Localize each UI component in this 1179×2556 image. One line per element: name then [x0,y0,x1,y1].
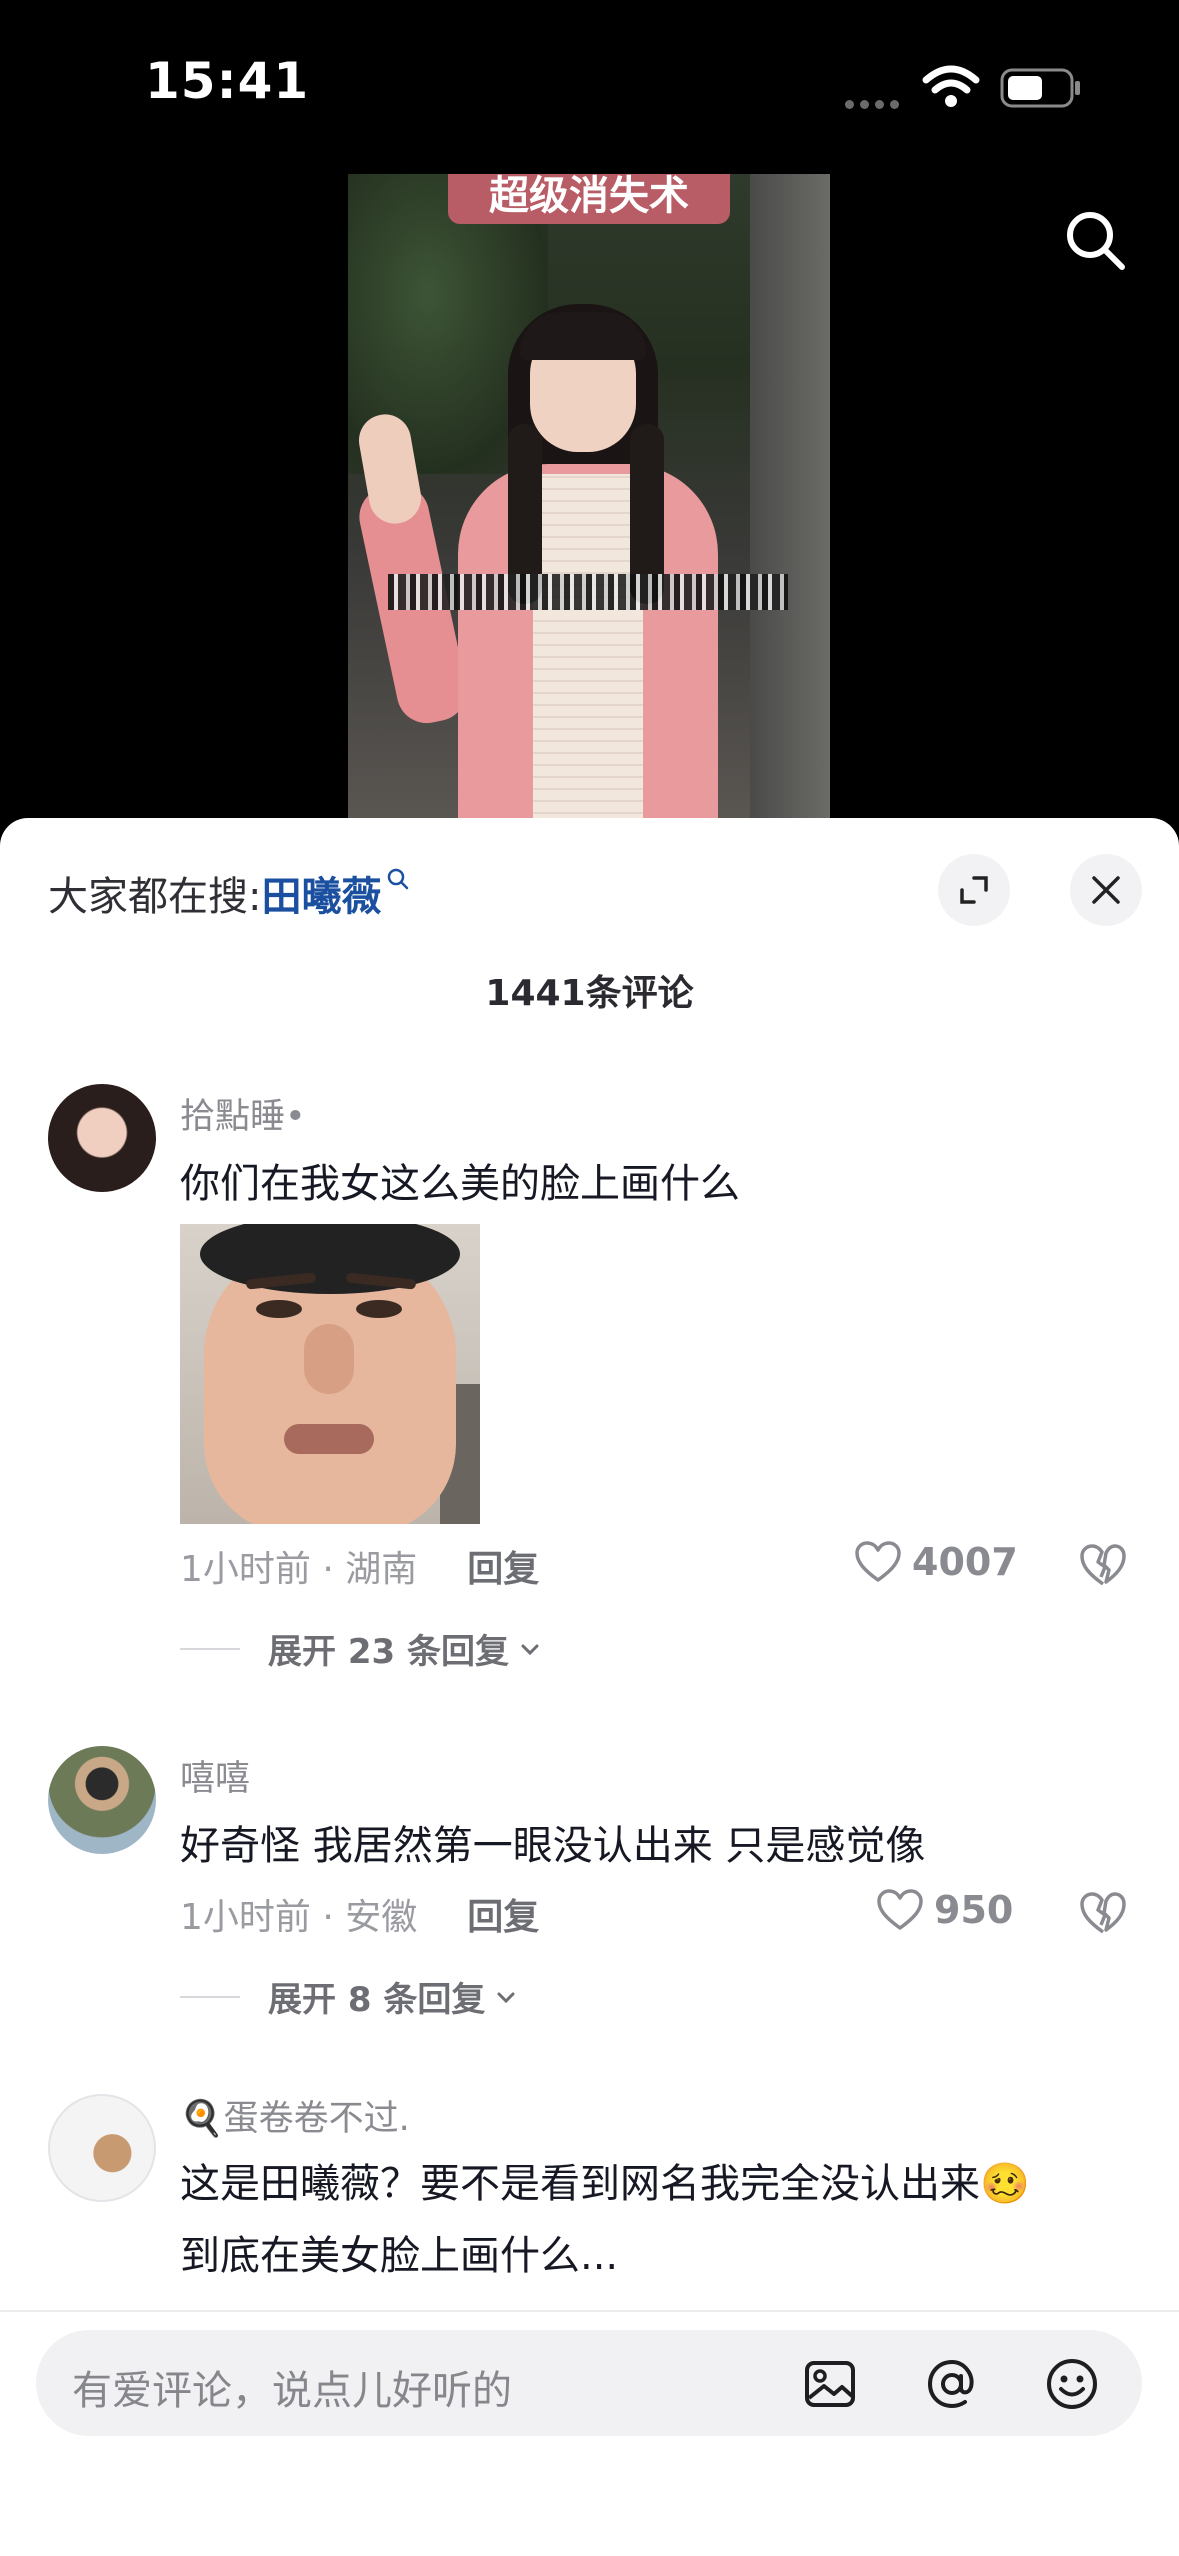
search-icon[interactable] [1060,205,1130,275]
heart-icon [855,1541,901,1582]
expand-icon [960,876,988,904]
reply-button[interactable]: 回复 [467,1897,539,1938]
divider [180,1995,240,1998]
avatar[interactable] [48,2094,156,2202]
like-count: 4007 [912,1540,1018,1584]
trending-keyword[interactable]: 田曦薇 [261,874,381,920]
comment-username[interactable]: 拾點睡• [180,1088,306,1139]
chevron-down-icon [521,1644,539,1655]
expand-replies-button[interactable]: 展开 23 条回复 [180,1624,543,1673]
video-caption: 超级消失术 [448,174,730,224]
comment-username[interactable]: 嘻嘻 [180,1750,250,1801]
trending-search[interactable]: 大家都在搜:田曦薇 [48,864,411,922]
expand-replies-button[interactable]: 展开 8 条回复 [180,1972,519,2021]
like-button[interactable]: 950 [876,1888,1013,1932]
chevron-down-icon [497,1992,515,2003]
comment-text: 这是田曦薇？要不是看到网名我完全没认出来🥴 [180,2161,1030,2207]
close-icon [1092,876,1120,904]
comment-username[interactable]: 🍳蛋卷卷不过. [180,2090,410,2141]
comment-meme-image[interactable] [180,1224,480,1524]
comment-count: 1441条评论 [485,973,694,1014]
search-icon [388,868,409,890]
video-frame[interactable]: 超级消失术 [348,174,830,820]
video-person-bangs [520,312,646,360]
comment-input-placeholder: 有爱评论，说点儿好听的 [72,2368,512,2414]
video-person-dress [533,474,643,820]
avatar[interactable] [48,1746,156,1854]
video-player[interactable]: 超级消失术 [0,170,1179,820]
expand-replies-label: 展开 23 条回复 [268,1632,509,1672]
wifi-icon [922,65,980,107]
broken-heart-icon[interactable] [1078,1888,1128,1938]
divider [180,1647,240,1650]
signal-dots-icon [845,94,905,109]
comment-input[interactable]: 有爱评论，说点儿好听的 [36,2330,1142,2436]
comment-meta: 1小时前 · 安徽 回复 [180,1888,539,1940]
comment-text: 好奇怪 我居然第一眼没认出来 只是感觉像 [180,1823,926,1869]
reply-button[interactable]: 回复 [467,1549,539,1590]
status-time: 15:41 [145,52,310,110]
emoji-icon[interactable] [1044,2356,1100,2412]
comment-meta: 1小时前 · 湖南 回复 [180,1540,539,1592]
at-icon[interactable] [924,2356,980,2412]
comment-panel: 大家都在搜:田曦薇 1441条评论 拾點睡• 你们在我女这么美的脸上画什么 1小… [0,818,1179,2556]
comment-time-location: 1小时前 · 湖南 [180,1549,418,1590]
video-censor-bar [388,574,788,610]
expand-button[interactable] [938,854,1010,926]
divider [0,2310,1179,2312]
comment-text: 到底在美女脸上画什么... [180,2233,619,2279]
image-icon[interactable] [802,2356,858,2412]
close-button[interactable] [1070,854,1142,926]
status-bar: 15:41 [0,0,1179,170]
comment-time-location: 1小时前 · 安徽 [180,1897,418,1938]
comment-text: 你们在我女这么美的脸上画什么 [180,1161,740,1207]
avatar[interactable] [48,1084,156,1192]
broken-heart-icon[interactable] [1078,1540,1128,1590]
battery-icon [1000,68,1080,108]
trending-label: 大家都在搜: [48,874,262,920]
heart-icon [877,1889,923,1930]
expand-replies-label: 展开 8 条回复 [268,1980,486,2020]
like-button[interactable]: 4007 [854,1540,1018,1584]
video-background-wall [750,174,830,820]
like-count: 950 [934,1888,1014,1932]
